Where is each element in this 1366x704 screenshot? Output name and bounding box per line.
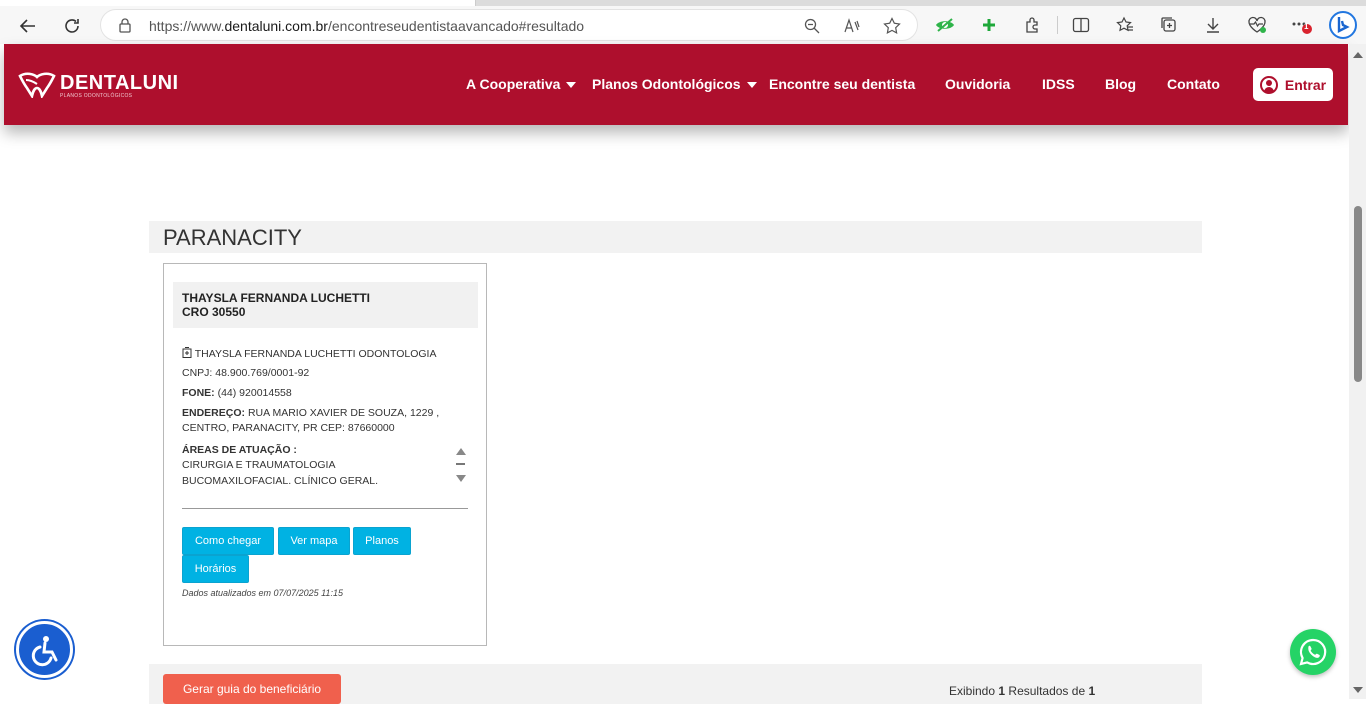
dentaluni-logo[interactable]: DENTALUNI PLANOS ODONTOLÓGICOS bbox=[18, 72, 208, 102]
login-label: Entrar bbox=[1284, 76, 1327, 93]
menu-idss[interactable]: IDSS bbox=[1042, 76, 1075, 92]
hours-button[interactable]: Horários bbox=[182, 555, 249, 583]
clinic-phone: FONE: (44) 920014558 bbox=[182, 387, 292, 399]
menu-a-cooperativa[interactable]: A Cooperativa bbox=[466, 76, 577, 92]
refresh-icon[interactable] bbox=[58, 12, 86, 40]
card-divider bbox=[182, 508, 468, 509]
page-content: DENTALUNI PLANOS ODONTOLÓGICOS A Coopera… bbox=[0, 44, 1366, 704]
dentist-cro: CRO 30550 bbox=[182, 305, 246, 319]
lock-icon bbox=[119, 18, 131, 33]
eye-extension-icon[interactable] bbox=[934, 14, 956, 36]
practice-areas-label: ÁREAS DE ATUAÇÃO : bbox=[182, 444, 297, 456]
notification-badge: 1 bbox=[1304, 22, 1309, 31]
city-title: PARANACITY bbox=[163, 225, 302, 250]
directions-button[interactable]: Como chegar bbox=[182, 527, 274, 555]
scroll-up-icon[interactable] bbox=[1353, 52, 1363, 58]
user-icon bbox=[1259, 75, 1278, 94]
plus-extension-icon[interactable] bbox=[978, 14, 1000, 36]
login-button[interactable]: Entrar bbox=[1253, 68, 1333, 101]
scroll-down-icon[interactable] bbox=[1353, 687, 1363, 693]
generate-guide-button[interactable]: Gerar guia do beneficiário bbox=[163, 674, 341, 704]
address-bar[interactable]: https://www.dentaluni.com.br/encontreseu… bbox=[100, 9, 918, 41]
performance-heart-icon[interactable] bbox=[1246, 14, 1268, 36]
scroll-up-icon[interactable] bbox=[456, 448, 466, 455]
practice-areas-line: CIRURGIA E TRAUMATOLOGIA bbox=[182, 459, 336, 471]
accessibility-button[interactable] bbox=[16, 621, 73, 678]
menu-planos-odontologicos[interactable]: Planos Odontológicos bbox=[592, 76, 757, 92]
menu-encontre-seu-dentista[interactable]: Encontre seu dentista bbox=[769, 76, 915, 92]
practice-areas-line: BUCOMAXILOFACIAL, CLÍNICO GERAL, bbox=[182, 475, 379, 484]
logo-wordmark: DENTALUNI bbox=[60, 72, 179, 94]
dentist-card-header: THAYSLA FERNANDA LUCHETTI CRO 30550 bbox=[173, 282, 478, 328]
chevron-down-icon bbox=[746, 82, 757, 89]
clinic-address: ENDEREÇO: RUA MARIO XAVIER DE SOUZA, 122… bbox=[182, 407, 440, 419]
tooth-logo-icon bbox=[18, 72, 56, 98]
clinic-building-icon bbox=[182, 347, 192, 358]
extensions-puzzle-icon[interactable] bbox=[1022, 14, 1044, 36]
menu-contato[interactable]: Contato bbox=[1167, 76, 1220, 92]
clinic-name: THAYSLA FERNANDA LUCHETTI ODONTOLOGIA bbox=[182, 347, 436, 360]
plans-button[interactable]: Planos bbox=[353, 527, 411, 555]
areas-scrollbar[interactable] bbox=[454, 448, 468, 486]
favorite-star-icon[interactable] bbox=[883, 17, 901, 35]
menu-blog[interactable]: Blog bbox=[1105, 76, 1136, 92]
results-footer: Gerar guia do beneficiário Exibindo 1 Re… bbox=[149, 664, 1202, 704]
zoom-icon[interactable] bbox=[803, 17, 821, 35]
dentist-name: THAYSLA FERNANDA LUCHETTI bbox=[182, 291, 370, 305]
tab-strip bbox=[0, 0, 1366, 6]
scroll-thumb[interactable] bbox=[456, 463, 465, 465]
clinic-cnpj: CNPJ: 48.900.769/0001-92 bbox=[182, 367, 310, 379]
url-text[interactable]: https://www.dentaluni.com.br/encontreseu… bbox=[149, 18, 584, 34]
bing-copilot-icon[interactable] bbox=[1328, 10, 1358, 40]
page-scrollbar[interactable] bbox=[1349, 44, 1366, 699]
downloads-icon[interactable] bbox=[1202, 14, 1224, 36]
back-icon[interactable] bbox=[14, 12, 42, 40]
site-header: DENTALUNI PLANOS ODONTOLÓGICOS A Coopera… bbox=[4, 44, 1348, 125]
whatsapp-button[interactable] bbox=[1290, 629, 1336, 675]
toolbar-separator bbox=[1057, 16, 1058, 34]
updated-timestamp: Dados atualizados em 07/07/2025 11:15 bbox=[182, 588, 343, 598]
browser-toolbar: https://www.dentaluni.com.br/encontreseu… bbox=[0, 0, 1366, 50]
dentist-card: THAYSLA FERNANDA LUCHETTI CRO 30550 THAY… bbox=[163, 263, 487, 646]
wheelchair-icon bbox=[31, 635, 57, 666]
read-aloud-icon[interactable] bbox=[843, 17, 861, 35]
favorites-icon[interactable] bbox=[1114, 14, 1136, 36]
whatsapp-icon bbox=[1299, 638, 1327, 666]
view-map-button[interactable]: Ver mapa bbox=[278, 527, 350, 555]
clinic-address-line2: CENTRO, PARANACITY, PR CEP: 87660000 bbox=[182, 422, 395, 434]
chevron-down-icon bbox=[566, 82, 577, 89]
menu-ouvidoria[interactable]: Ouvidoria bbox=[945, 76, 1010, 92]
more-options-icon[interactable]: 1 bbox=[1290, 14, 1312, 36]
city-section-header: PARANACITY bbox=[149, 221, 1202, 253]
results-count: Exibindo 1 Resultados de 1 bbox=[949, 684, 1096, 698]
scroll-thumb[interactable] bbox=[1354, 206, 1362, 382]
collections-icon[interactable] bbox=[1158, 14, 1180, 36]
logo-tagline: PLANOS ODONTOLÓGICOS bbox=[60, 93, 133, 99]
active-tab[interactable] bbox=[0, 0, 476, 6]
practice-areas[interactable]: ÁREAS DE ATUAÇÃO : CIRURGIA E TRAUMATOLO… bbox=[182, 442, 452, 484]
split-screen-icon[interactable] bbox=[1070, 14, 1092, 36]
scroll-down-icon[interactable] bbox=[456, 475, 466, 482]
